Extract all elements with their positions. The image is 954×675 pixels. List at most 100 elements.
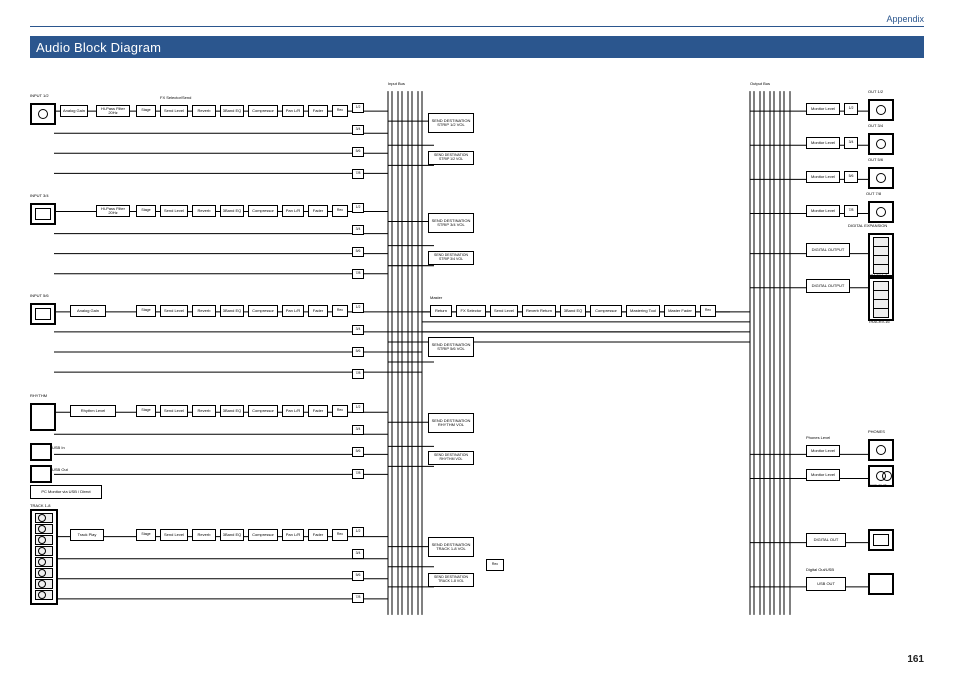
ch5-rec: Rec <box>332 305 348 317</box>
master-tool: Mastering Tool <box>626 305 660 317</box>
ch5-r12: 1/2 <box>352 303 364 313</box>
ch5-sendlevel: Send Level <box>160 305 188 317</box>
master-revreturn: Reverb Return <box>522 305 556 317</box>
rhythm-reverb: Reverb <box>192 405 216 417</box>
usb-out-label: USB Out <box>52 467 68 472</box>
master-return: Return <box>430 305 452 317</box>
ch5-r34: 3/4 <box>352 325 364 335</box>
mon-level: Monitor Level <box>806 445 840 457</box>
track-reverb: Reverb <box>192 529 216 541</box>
ch5-reverb: Reverb <box>192 305 216 317</box>
input-bus-label: Input Bus <box>388 81 405 86</box>
section-header: Audio Block Diagram <box>30 36 924 58</box>
port-phones <box>868 439 894 461</box>
lineout-label: LINE OUT <box>868 483 886 488</box>
track-r34: 3/4 <box>352 549 364 559</box>
rhythm-stage: Stage <box>136 405 156 417</box>
port-rhythm <box>30 403 56 431</box>
ch1-fader: Fader <box>308 105 328 117</box>
ch3-controller-b: SEND DESTINATION STRIP 3/4 VOL <box>428 251 474 265</box>
rhythm-sendlevel: Send Level <box>160 405 188 417</box>
input-bus <box>388 91 422 615</box>
phones-label: PHONES <box>868 429 885 434</box>
ch3-r56: 5/6 <box>352 247 364 257</box>
ch1-fxsend-label: FX Selector/Send <box>160 95 191 100</box>
ch1-stage: Stage <box>136 105 156 117</box>
ch3-sendlevel: Send Level <box>160 205 188 217</box>
rhythm-r34: 3/4 <box>352 425 364 435</box>
track-controller: SEND DESTINATION TRACK 1-8 VOL <box>428 537 474 557</box>
usb-direct: PC Monitor via USB / Direct <box>30 485 102 499</box>
port-label: INPUT 3/4 <box>30 193 49 198</box>
out78-port-label: OUT 7/8 <box>866 191 881 196</box>
rhythm-eq: 3Band EQ <box>220 405 244 417</box>
ch1-controller-b: SEND DESTINATION STRIP 1/2 VOL <box>428 151 474 165</box>
out12-mon: Monitor Level <box>806 103 840 115</box>
ch3-eq: 3Band EQ <box>220 205 244 217</box>
port-input-56 <box>30 303 56 325</box>
out78-mon: Monitor Level <box>806 205 840 217</box>
rhythm-gain: Rhythm Level <box>70 405 116 417</box>
phones-level: Phones Level <box>806 435 830 440</box>
track-rec: Rec <box>332 529 348 541</box>
audio-block-diagram: Input Bus Output Bus INPUT 1/2 Analog Ga… <box>30 72 924 635</box>
port-out34 <box>868 133 894 155</box>
output-bus <box>750 91 790 615</box>
ch3-controller: SEND DESTINATION STRIP 3/4 VOL <box>428 213 474 233</box>
ch5-stage: Stage <box>136 305 156 317</box>
track-fader: Fader <box>308 529 328 541</box>
ch3-r34: 3/4 <box>352 225 364 235</box>
track-r12: 1/2 <box>352 527 364 537</box>
rhythm-controller: SEND DESTINATION RHYTHM VOL <box>428 413 474 433</box>
ch3-reverb: Reverb <box>192 205 216 217</box>
ch1-comp: Compressor <box>248 105 278 117</box>
ch3-r12: 1/2 <box>352 203 364 213</box>
port-input-12 <box>30 103 56 125</box>
master-label: Master <box>430 295 442 300</box>
output-bus-label: Output Bus <box>750 81 770 86</box>
track-jacks <box>30 509 58 605</box>
ch3-r78: 7/8 <box>352 269 364 279</box>
mon-level-2: Monitor Level <box>806 469 840 481</box>
rhythm-fader: Fader <box>308 405 328 417</box>
header-rule <box>30 26 924 27</box>
rhythm-r56: 5/6 <box>352 447 364 457</box>
out56-name: 5/6 <box>844 171 858 183</box>
ch1-r34: 3/4 <box>352 125 364 135</box>
rhythm-r12: 1/2 <box>352 403 364 413</box>
port-out56 <box>868 167 894 189</box>
ch1-pan: Pan L/R <box>282 105 304 117</box>
port-input-34 <box>30 203 56 225</box>
rhythm-controller-b: SEND DESTINATION RHYTHM VOL <box>428 451 474 465</box>
ch3-pan: Pan L/R <box>282 205 304 217</box>
master-sendlevel: Send Level <box>490 305 518 317</box>
ch3-comp: Compressor <box>248 205 278 217</box>
port-out12 <box>868 99 894 121</box>
track-controller-b: SEND DESTINATION TRACK 1-8 VOL <box>428 573 474 587</box>
usb-out-port <box>30 465 52 483</box>
ch1-r56: 5/6 <box>352 147 364 157</box>
ch3-fader: Fader <box>308 205 328 217</box>
digrec-a-jacks <box>868 233 894 277</box>
ch1-gain: Analog Gain <box>60 105 88 117</box>
port-label: INPUT 5/6 <box>30 293 49 298</box>
ch5-comp: Compressor <box>248 305 278 317</box>
port-out78 <box>868 201 894 223</box>
page-number: 161 <box>907 654 924 665</box>
ch5-controller: SEND DESTINATION STRIP 5/6 VOL <box>428 337 474 357</box>
out78-name: 7/8 <box>844 205 858 217</box>
usb-out-note: Digital Out/USB <box>806 567 834 572</box>
usb-in-label: USB In <box>52 445 65 450</box>
track-rec-to: Rec <box>486 559 504 571</box>
master-fader: Master Fader <box>664 305 696 317</box>
master-eq: 3Band EQ <box>560 305 586 317</box>
track-comp: Compressor <box>248 529 278 541</box>
appendix-label: Appendix <box>886 14 924 24</box>
digital-out: DIGITAL OUT <box>806 533 846 547</box>
ch1-r12: 1/2 <box>352 103 364 113</box>
ch5-r56: 5/6 <box>352 347 364 357</box>
ch1-sendlevel: Send Level <box>160 105 188 117</box>
digrec-b: DIGITAL OUTPUT <box>806 279 850 293</box>
ch1-reverb: Reverb <box>192 105 216 117</box>
out56-port-label: OUT 5/6 <box>868 157 883 162</box>
